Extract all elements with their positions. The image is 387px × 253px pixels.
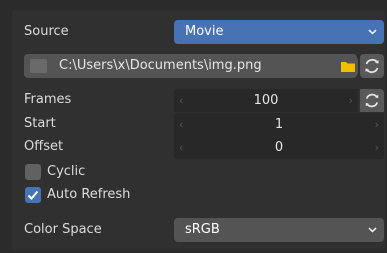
start-value: 1 bbox=[274, 117, 284, 132]
offset-label: Offset bbox=[24, 139, 64, 154]
increment-arrow-icon[interactable]: › bbox=[349, 89, 353, 112]
refresh-icon bbox=[365, 58, 379, 74]
chevron-down-icon bbox=[368, 227, 377, 233]
decrement-arrow-icon[interactable]: ‹ bbox=[179, 136, 183, 159]
color-space-value: sRGB bbox=[185, 222, 220, 237]
cyclic-label: Cyclic bbox=[47, 164, 86, 179]
offset-field[interactable]: ‹ 0 › bbox=[174, 136, 384, 159]
source-value: Movie bbox=[185, 24, 224, 39]
checkmark-icon bbox=[27, 190, 39, 200]
start-label: Start bbox=[24, 116, 56, 131]
match-movie-length-button[interactable] bbox=[360, 89, 384, 112]
offset-value: 0 bbox=[274, 140, 284, 155]
color-space-dropdown[interactable]: sRGB bbox=[174, 218, 384, 242]
image-file-icon bbox=[30, 59, 47, 73]
refresh-icon bbox=[365, 93, 379, 108]
auto-refresh-checkbox[interactable] bbox=[25, 187, 41, 203]
filepath-field[interactable]: C:\Users\x\Documents\img.png bbox=[24, 54, 357, 78]
increment-arrow-icon[interactable]: › bbox=[375, 113, 379, 136]
cyclic-checkbox[interactable] bbox=[25, 164, 41, 180]
auto-refresh-label: Auto Refresh bbox=[47, 187, 131, 202]
start-field[interactable]: ‹ 1 › bbox=[174, 113, 384, 136]
color-space-label: Color Space bbox=[24, 222, 102, 237]
frames-label: Frames bbox=[24, 92, 72, 107]
decrement-arrow-icon[interactable]: ‹ bbox=[179, 89, 183, 112]
increment-arrow-icon[interactable]: › bbox=[375, 136, 379, 159]
decrement-arrow-icon[interactable]: ‹ bbox=[179, 113, 183, 136]
source-dropdown[interactable]: Movie bbox=[174, 20, 384, 44]
chevron-down-icon bbox=[368, 29, 377, 35]
folder-icon[interactable] bbox=[338, 55, 358, 77]
filepath-text: C:\Users\x\Documents\img.png bbox=[59, 58, 262, 73]
reload-button[interactable] bbox=[360, 54, 384, 78]
source-label: Source bbox=[24, 24, 69, 39]
frames-value: 100 bbox=[253, 93, 279, 108]
frames-field[interactable]: ‹ 100 › bbox=[174, 89, 358, 112]
